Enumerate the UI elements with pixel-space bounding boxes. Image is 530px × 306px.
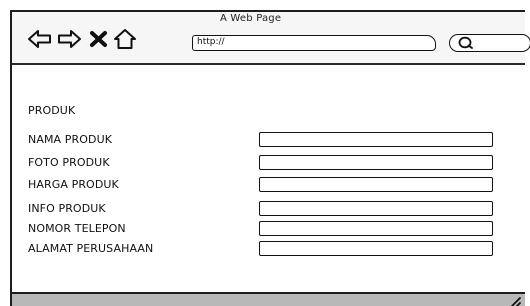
harga-produk-input[interactable] bbox=[259, 177, 493, 192]
forward-arrow-icon[interactable] bbox=[56, 28, 82, 50]
field-label-alamat-perusahaan: ALAMAT PERUSAHAAN bbox=[28, 242, 154, 255]
field-label-nama-produk: NAMA PRODUK bbox=[28, 133, 113, 146]
field-label-foto-produk: FOTO PRODUK bbox=[28, 156, 110, 169]
foto-produk-input[interactable] bbox=[259, 155, 493, 170]
nomor-telepon-input[interactable] bbox=[259, 221, 493, 236]
resize-grip-icon[interactable] bbox=[507, 295, 521, 306]
browser-toolbar: A Web Page http:// bbox=[12, 12, 530, 65]
form-title: PRODUK bbox=[28, 104, 76, 117]
form-row-nomor-telepon: NOMOR TELEPON bbox=[28, 220, 498, 238]
browser-window: A Web Page http:// PRODUK NAMA PRODUK FO… bbox=[10, 10, 530, 306]
url-bar[interactable]: http:// bbox=[192, 35, 436, 51]
form-row-nama-produk: NAMA PRODUK bbox=[28, 131, 498, 149]
form-row-harga-produk: HARGA PRODUK bbox=[28, 176, 498, 194]
search-box[interactable] bbox=[449, 34, 530, 52]
close-icon[interactable] bbox=[88, 28, 110, 50]
back-arrow-icon[interactable] bbox=[27, 28, 53, 50]
status-bar bbox=[12, 292, 525, 306]
form-row-alamat-perusahaan: ALAMAT PERUSAHAAN bbox=[28, 240, 498, 258]
page-title: A Web Page bbox=[220, 13, 282, 24]
search-magnifier-icon bbox=[458, 36, 473, 49]
field-label-nomor-telepon: NOMOR TELEPON bbox=[28, 222, 126, 235]
field-label-harga-produk: HARGA PRODUK bbox=[28, 178, 119, 191]
form-row-foto-produk: FOTO PRODUK bbox=[28, 154, 498, 172]
info-produk-input[interactable] bbox=[259, 201, 493, 216]
form-row-info-produk: INFO PRODUK bbox=[28, 200, 498, 218]
field-label-info-produk: INFO PRODUK bbox=[28, 202, 106, 215]
alamat-perusahaan-input[interactable] bbox=[259, 241, 493, 256]
home-icon[interactable] bbox=[112, 28, 138, 50]
nama-produk-input[interactable] bbox=[259, 132, 493, 147]
